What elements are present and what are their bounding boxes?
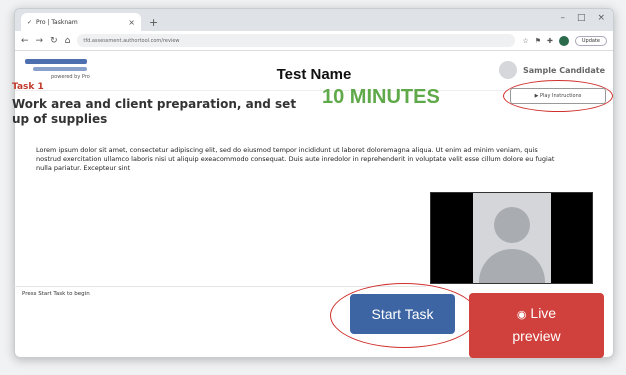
bookmark-icon[interactable]: ☆ (522, 37, 528, 45)
minimize-button[interactable]: – (560, 13, 565, 23)
reload-icon[interactable]: ↻ (50, 36, 58, 46)
extension-icon[interactable]: ⚑ (535, 37, 541, 45)
back-icon[interactable]: ← (21, 36, 29, 46)
extensions-area: ☆ ⚑ ✚ Update (522, 35, 607, 46)
tab-favicon-icon: ✓ (27, 18, 33, 26)
annotation-circle (330, 283, 478, 348)
start-prompt: Press Start Task to begin (22, 291, 90, 297)
avatar (499, 61, 518, 79)
address-bar[interactable]: tfd.assessment.authortool.com/review (77, 34, 516, 47)
update-button[interactable]: Update (574, 35, 607, 46)
close-window-button[interactable]: × (597, 13, 605, 23)
home-icon[interactable]: ⌂ (65, 36, 71, 46)
candidate-name: Sample Candidate (523, 65, 605, 75)
browser-tab[interactable]: ✓ Pro | Tasknam × (21, 13, 141, 31)
timer-display: 10 MINUTES (322, 86, 440, 108)
tab-title: Pro | Tasknam (36, 18, 78, 26)
task-title: Work area and client preparation, and se… (12, 97, 297, 126)
webcam-preview (430, 192, 593, 284)
task-description: Lorem ipsum dolor sit amet, consectetur … (36, 146, 555, 172)
new-tab-button[interactable]: + (149, 16, 158, 29)
user-placeholder-icon (473, 193, 551, 283)
puzzle-icon[interactable]: ✚ (547, 37, 553, 45)
forward-icon[interactable]: → (36, 36, 44, 46)
annotation-circle (503, 80, 613, 112)
tab-bar: ✓ Pro | Tasknam × + – □ × (15, 9, 613, 31)
eye-icon: ◉ (516, 309, 527, 321)
window-controls: – □ × (560, 13, 605, 23)
profile-icon[interactable] (558, 35, 569, 46)
toolbar: ← → ↻ ⌂ tfd.assessment.authortool.com/re… (15, 31, 613, 51)
live-preview-label-1: Live (530, 305, 557, 321)
live-preview-button[interactable]: ◉ Live preview (469, 293, 604, 358)
live-preview-label-2: preview (512, 328, 561, 344)
maximize-button[interactable]: □ (577, 13, 586, 23)
candidate-info: Sample Candidate (499, 61, 605, 79)
task-label: Task 1 (12, 82, 44, 92)
tab-close-icon[interactable]: × (128, 18, 135, 27)
